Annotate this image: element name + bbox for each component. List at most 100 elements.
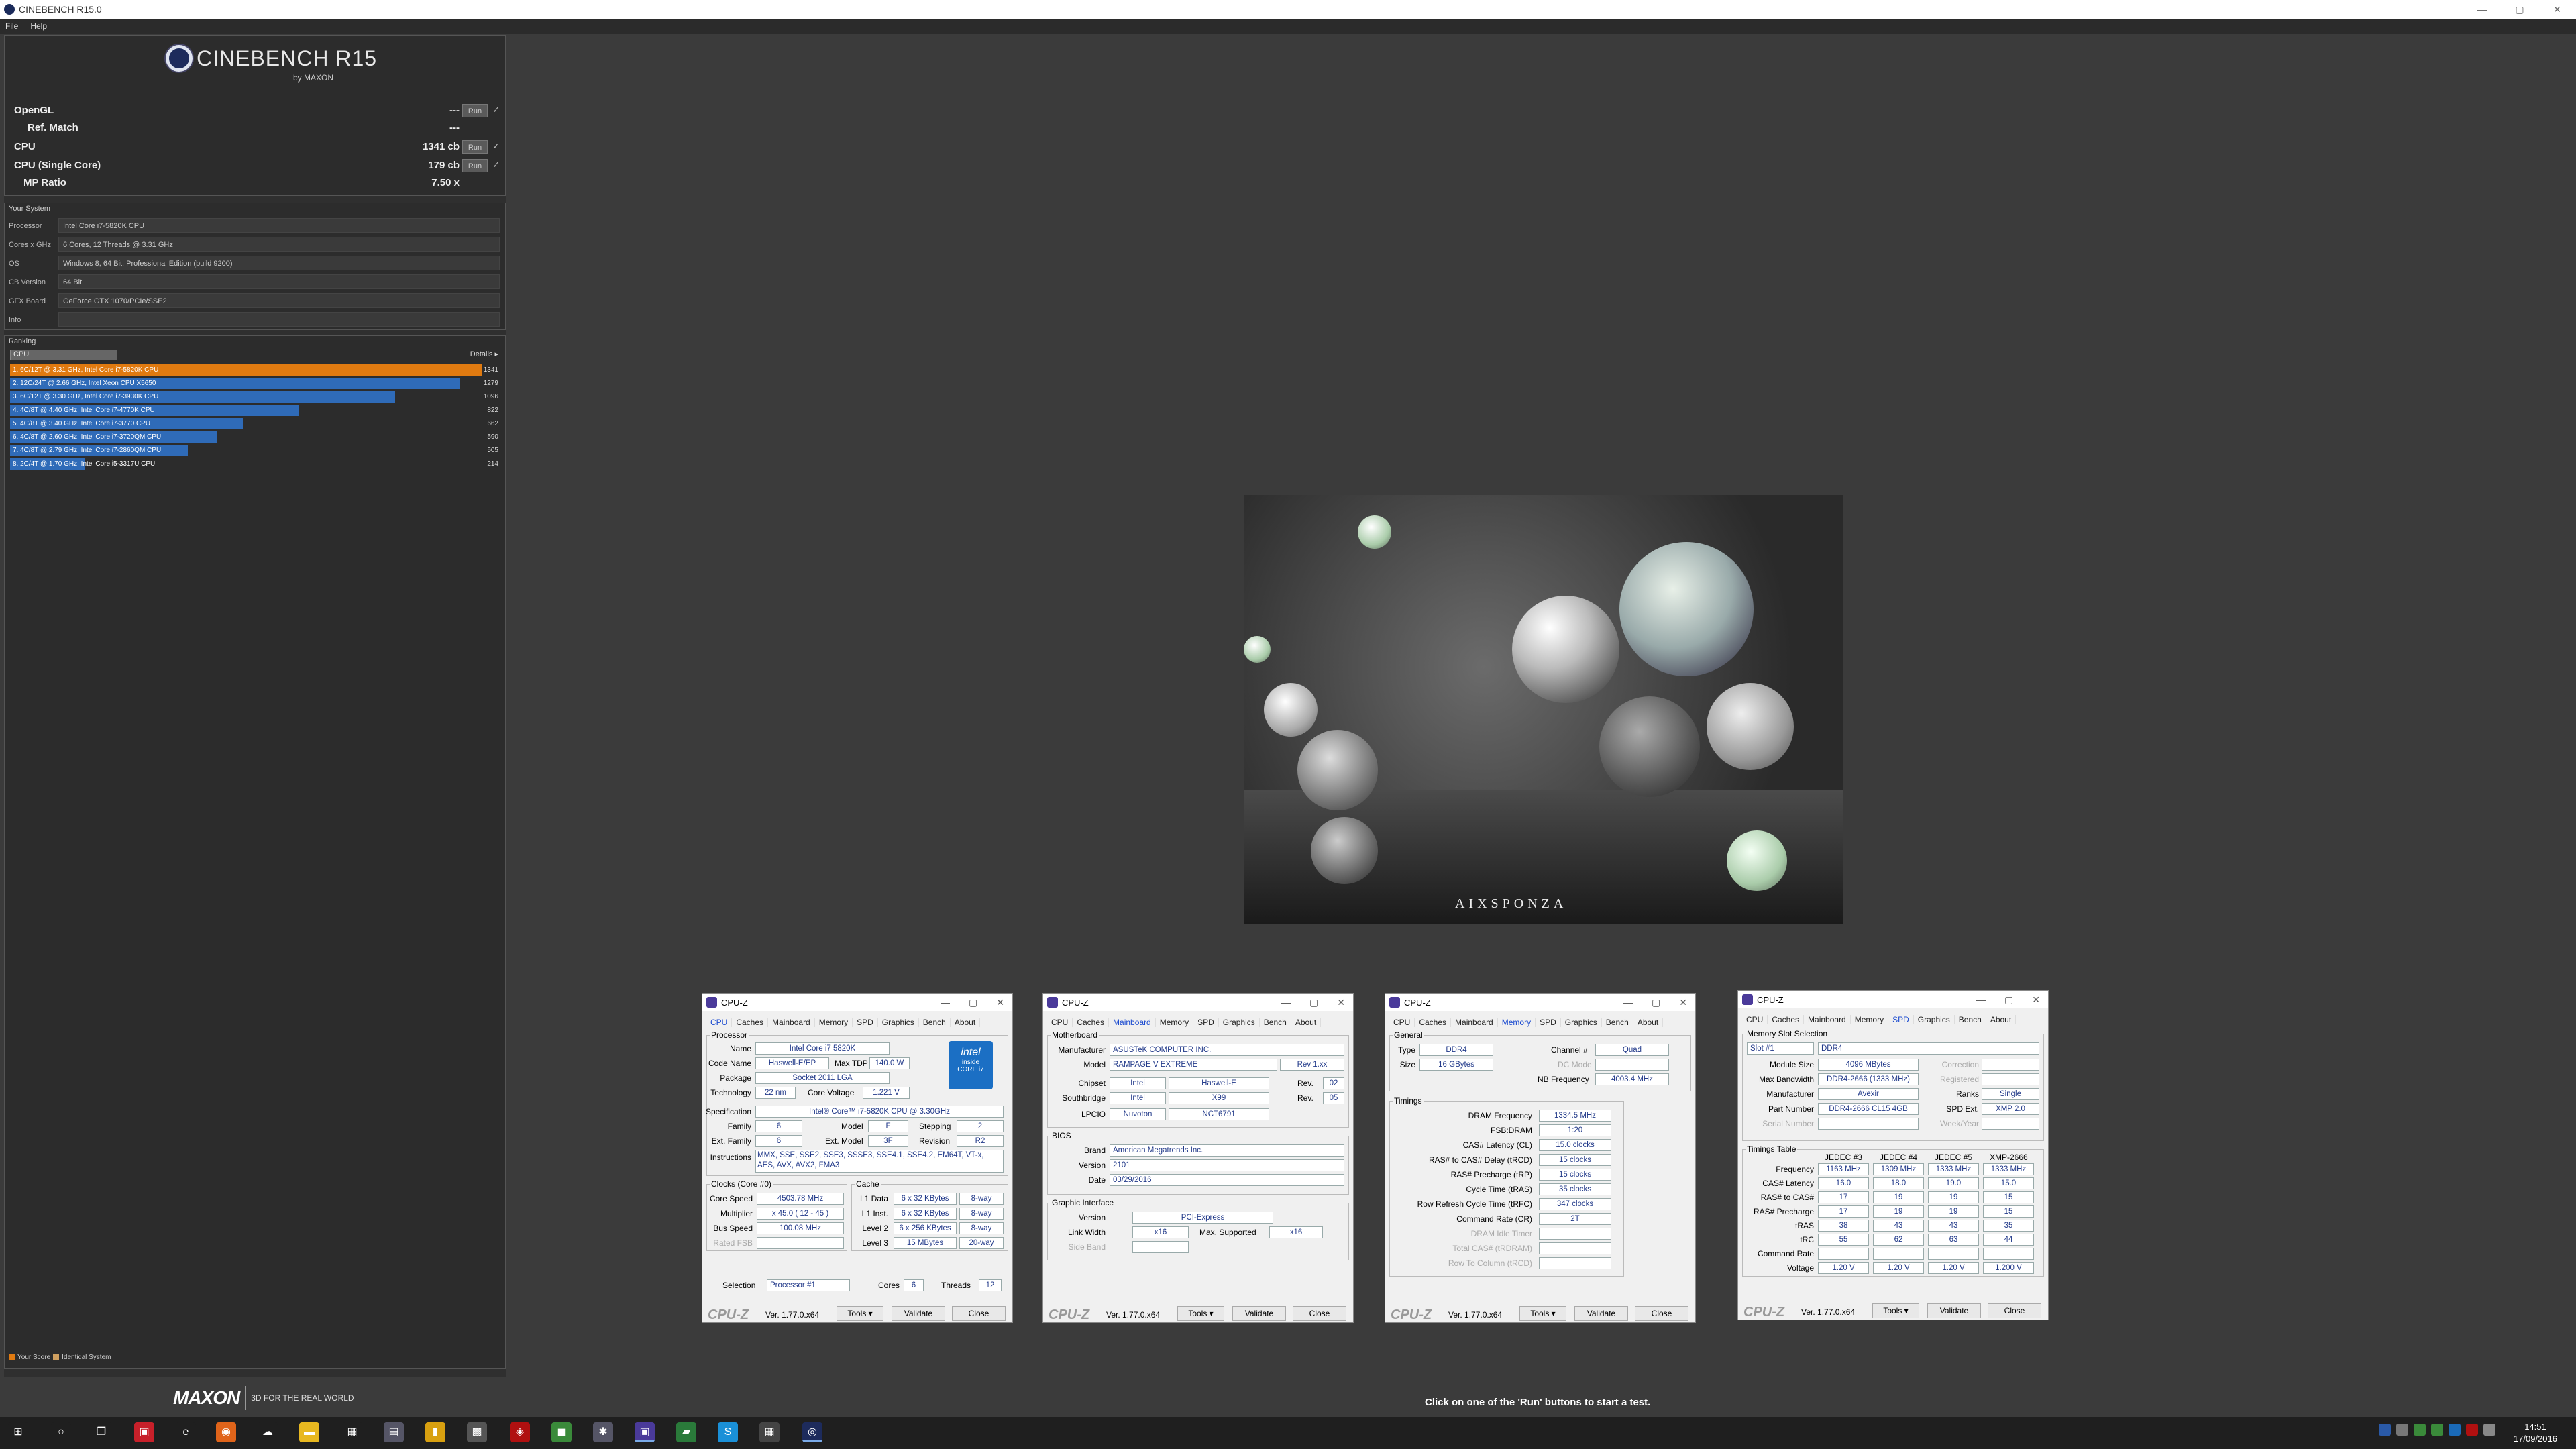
tab-cpu[interactable]: CPU <box>1389 1018 1415 1027</box>
app-fan-icon[interactable]: ✱ <box>593 1422 613 1442</box>
tab-about[interactable]: About <box>1633 1018 1664 1027</box>
tab-about[interactable]: About <box>1291 1018 1322 1027</box>
tab-spd[interactable]: SPD <box>1193 1018 1219 1027</box>
tab-caches[interactable]: Caches <box>1073 1018 1110 1027</box>
menu-file[interactable]: File <box>5 21 18 31</box>
app-photo-icon[interactable]: ▤ <box>384 1422 404 1442</box>
app-green-icon[interactable]: ▰ <box>676 1422 696 1442</box>
tab-memory[interactable]: Memory <box>1498 1018 1536 1027</box>
tools-button[interactable]: Tools ▾ <box>1177 1306 1224 1321</box>
tab-graphics[interactable]: Graphics <box>1561 1018 1602 1027</box>
close-button[interactable]: ✕ <box>1337 997 1345 1008</box>
minimize-button[interactable]: — <box>1281 997 1291 1008</box>
tray-volume-icon[interactable] <box>2483 1424 2496 1436</box>
tab-cpu[interactable]: CPU <box>1742 1015 1768 1024</box>
validate-button[interactable]: Validate <box>1574 1306 1628 1321</box>
minimize-button[interactable]: — <box>941 997 950 1008</box>
close-button[interactable]: ✕ <box>2032 994 2040 1006</box>
validate-button[interactable]: Validate <box>892 1306 945 1321</box>
run-single-button[interactable]: Run <box>462 159 488 172</box>
tools-button[interactable]: Tools ▾ <box>1519 1306 1566 1321</box>
clock[interactable]: 14:51 17/09/2016 <box>2514 1421 2557 1445</box>
skype-icon[interactable]: S <box>718 1422 738 1442</box>
tab-memory[interactable]: Memory <box>815 1018 853 1027</box>
tab-mainboard[interactable]: Mainboard <box>768 1018 815 1027</box>
details-button[interactable]: Details ▸ <box>470 350 498 358</box>
minimize-button[interactable]: — <box>1623 997 1633 1008</box>
close-window-button[interactable]: Close <box>1988 1303 2041 1318</box>
msi-icon[interactable]: ◈ <box>510 1422 530 1442</box>
app-color-icon[interactable]: ◼ <box>551 1422 572 1442</box>
app-red-icon[interactable]: ▣ <box>134 1422 154 1442</box>
edge-icon[interactable]: e <box>176 1422 196 1442</box>
ranking-bar[interactable]: 7. 4C/8T @ 2.79 GHz, Intel Core i7-2860Q… <box>10 445 498 456</box>
tab-spd[interactable]: SPD <box>1888 1015 1914 1024</box>
check-icon[interactable]: ✓ <box>492 141 500 152</box>
cpuz-icon[interactable]: ▣ <box>635 1422 655 1442</box>
tab-memory[interactable]: Memory <box>1851 1015 1889 1024</box>
ranking-bar[interactable]: 2. 12C/24T @ 2.66 GHz, Intel Xeon CPU X5… <box>10 378 498 389</box>
tray-app-icon[interactable] <box>2396 1424 2408 1436</box>
validate-button[interactable]: Validate <box>1927 1303 1981 1318</box>
explorer-icon[interactable]: ▬ <box>299 1422 319 1442</box>
tab-mainboard[interactable]: Mainboard <box>1804 1015 1851 1024</box>
tab-cpu[interactable]: CPU <box>1047 1018 1073 1027</box>
start-icon[interactable]: ⊞ <box>8 1422 28 1442</box>
tab-bench[interactable]: Bench <box>1955 1015 1986 1024</box>
tab-bench[interactable]: Bench <box>1602 1018 1633 1027</box>
cinebench-icon[interactable]: ◎ <box>802 1422 822 1442</box>
minimize-button[interactable]: — <box>2463 4 2501 15</box>
app-yellow-icon[interactable]: ▮ <box>425 1422 445 1442</box>
tray-temp-icon[interactable] <box>2414 1424 2426 1436</box>
tab-graphics[interactable]: Graphics <box>878 1018 919 1027</box>
maximize-button[interactable]: ▢ <box>1309 997 1318 1008</box>
close-button[interactable]: ✕ <box>996 997 1004 1008</box>
validate-button[interactable]: Validate <box>1232 1306 1286 1321</box>
tab-mainboard[interactable]: Mainboard <box>1109 1018 1156 1027</box>
close-window-button[interactable]: Close <box>952 1306 1006 1321</box>
tab-caches[interactable]: Caches <box>1768 1015 1805 1024</box>
app-calc-icon[interactable]: ▩ <box>467 1422 487 1442</box>
task-view-icon[interactable]: ❐ <box>91 1422 111 1442</box>
run-cpu-button[interactable]: Run <box>462 140 488 154</box>
ranking-bar[interactable]: 1. 6C/12T @ 3.31 GHz, Intel Core i7-5820… <box>10 364 498 376</box>
maximize-button[interactable]: ▢ <box>2501 4 2538 15</box>
tray-msi-icon[interactable] <box>2466 1424 2478 1436</box>
tab-spd[interactable]: SPD <box>853 1018 878 1027</box>
tab-mainboard[interactable]: Mainboard <box>1451 1018 1498 1027</box>
maximize-button[interactable]: ▢ <box>1652 997 1660 1008</box>
run-opengl-button[interactable]: Run <box>462 104 488 117</box>
tab-cpu[interactable]: CPU <box>706 1018 733 1027</box>
search-icon[interactable]: ○ <box>51 1422 71 1442</box>
tab-caches[interactable]: Caches <box>732 1018 769 1027</box>
tray-network-icon[interactable] <box>2449 1424 2461 1436</box>
tab-memory[interactable]: Memory <box>1156 1018 1194 1027</box>
tab-bench[interactable]: Bench <box>1260 1018 1291 1027</box>
tab-graphics[interactable]: Graphics <box>1914 1015 1955 1024</box>
close-button[interactable]: ✕ <box>2538 4 2576 15</box>
tray-temp-icon[interactable] <box>2431 1424 2443 1436</box>
tab-about[interactable]: About <box>951 1018 981 1027</box>
close-window-button[interactable]: Close <box>1635 1306 1688 1321</box>
tab-graphics[interactable]: Graphics <box>1219 1018 1260 1027</box>
app-cloud-icon[interactable]: ☁ <box>258 1422 278 1442</box>
maximize-button[interactable]: ▢ <box>969 997 977 1008</box>
slot-select[interactable]: Slot #1 <box>1747 1042 1814 1055</box>
tab-spd[interactable]: SPD <box>1536 1018 1561 1027</box>
maximize-button[interactable]: ▢ <box>2004 994 2013 1006</box>
firefox-icon[interactable]: ◉ <box>216 1422 236 1442</box>
calculator-icon[interactable]: ▦ <box>759 1422 780 1442</box>
minimize-button[interactable]: — <box>1976 994 1986 1006</box>
tab-about[interactable]: About <box>1986 1015 2017 1024</box>
tab-bench[interactable]: Bench <box>919 1018 951 1027</box>
ranking-bar[interactable]: 4. 4C/8T @ 4.40 GHz, Intel Core i7-4770K… <box>10 405 498 416</box>
ranking-select[interactable]: CPU <box>10 350 117 360</box>
ranking-bar[interactable]: 3. 6C/12T @ 3.30 GHz, Intel Core i7-3930… <box>10 391 498 402</box>
ranking-bar[interactable]: 6. 4C/8T @ 2.60 GHz, Intel Core i7-3720Q… <box>10 431 498 443</box>
tab-caches[interactable]: Caches <box>1415 1018 1452 1027</box>
ranking-bar[interactable]: 5. 4C/8T @ 3.40 GHz, Intel Core i7-3770 … <box>10 418 498 429</box>
processor-select[interactable]: Processor #1 <box>767 1279 850 1291</box>
app-grid-icon[interactable]: ▦ <box>342 1422 362 1442</box>
tools-button[interactable]: Tools ▾ <box>837 1306 883 1321</box>
tools-button[interactable]: Tools ▾ <box>1872 1303 1919 1318</box>
